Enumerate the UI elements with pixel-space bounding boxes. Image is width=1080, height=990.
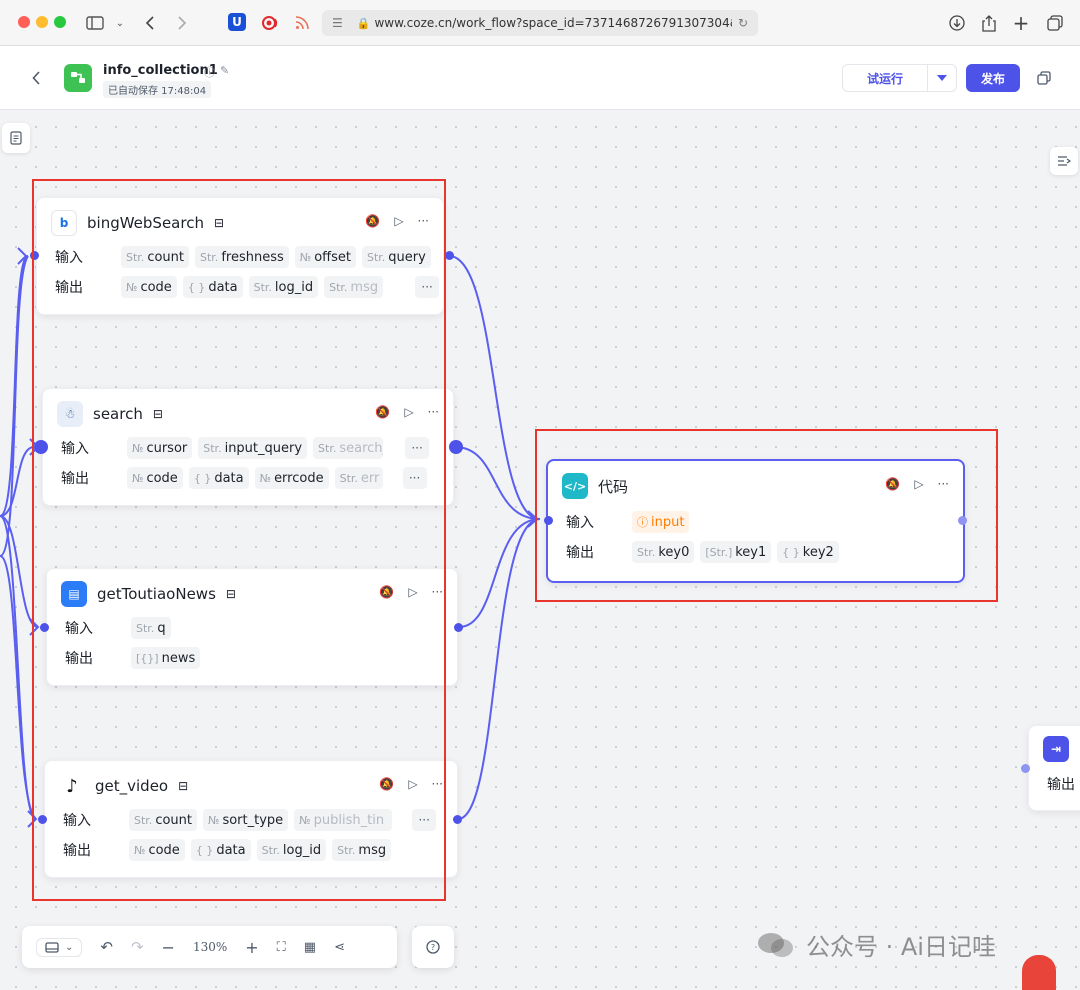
workflow-header: info_collection1 ⓘ ✎ 已自动保存 17:48:04 试运行 … — [0, 46, 1080, 110]
undo-icon[interactable]: ↶ — [100, 938, 113, 956]
zoom-level[interactable]: 130% — [193, 940, 227, 954]
address-bar[interactable]: ☰ 🔒 www.coze.cn/work_flow?space_id=73714… — [322, 10, 758, 36]
document-icon — [10, 131, 22, 145]
redo-icon[interactable]: ↷ — [131, 938, 144, 956]
close-window-button[interactable] — [18, 16, 30, 28]
minimize-window-button[interactable] — [36, 16, 48, 28]
output-port[interactable] — [454, 623, 463, 632]
output-label: 输出 — [1047, 777, 1075, 793]
output-port[interactable] — [453, 815, 462, 824]
record-extension-icon[interactable] — [260, 13, 280, 33]
wechat-icon — [758, 932, 793, 957]
rss-icon[interactable] — [292, 13, 312, 33]
zoom-in-icon[interactable]: + — [245, 938, 258, 957]
end-node-icon: ⇥ — [1043, 736, 1069, 762]
reload-icon[interactable]: ↻ — [738, 16, 748, 30]
panel-toggle-button[interactable] — [1050, 147, 1078, 175]
test-run-dropdown[interactable] — [927, 64, 957, 92]
minimap-toggle[interactable]: ⌄ — [36, 937, 83, 957]
mascot-icon — [1022, 955, 1056, 990]
help-icon: ? — [426, 940, 440, 954]
watermark: 公众号 · Ai日记哇 — [756, 927, 996, 962]
back-arrow-icon[interactable] — [26, 68, 46, 88]
workflow-icon — [64, 64, 92, 92]
page-settings-icon[interactable]: ☰ — [332, 16, 343, 30]
output-port[interactable] — [445, 251, 454, 260]
new-tab-icon[interactable]: + — [1010, 11, 1032, 35]
canvas-toolbar: ⌄ ↶ ↷ − 130% + ⛶ ▦ ⋖ — [22, 926, 397, 968]
url-text: www.coze.cn/work_flow?space_id=737146872… — [374, 16, 732, 30]
edit-icon[interactable]: ✎ — [220, 64, 229, 77]
svg-text:?: ? — [431, 943, 435, 952]
caret-down-icon — [937, 75, 947, 81]
autosave-status: 已自动保存 17:48:04 — [103, 81, 212, 98]
workflow-canvas[interactable]: b bingWebSearch ⊟ 🔕 ▷ ··· 输入 Str. count S… — [0, 111, 1080, 990]
info-icon[interactable]: ⓘ — [204, 64, 215, 80]
list-collapse-icon — [1058, 156, 1071, 166]
input-port[interactable] — [1021, 764, 1030, 773]
watermark-text: 公众号 · Ai日记哇 — [806, 933, 996, 961]
tab-overview-icon[interactable] — [1044, 12, 1066, 34]
download-icon[interactable] — [946, 12, 968, 34]
maximize-window-button[interactable] — [54, 16, 66, 28]
node-end[interactable]: ⇥ 输出 — [1028, 725, 1080, 811]
copy-icon[interactable] — [1034, 68, 1054, 88]
back-icon[interactable] — [140, 12, 160, 34]
notes-button[interactable] — [2, 123, 30, 153]
help-button[interactable]: ? — [412, 926, 454, 968]
minimap-icon — [45, 941, 59, 953]
chevron-down-icon: ⌄ — [65, 941, 74, 953]
fit-view-icon[interactable]: ⛶ — [277, 940, 286, 955]
highlight-box-code — [535, 429, 998, 602]
test-run-button[interactable]: 试运行 — [842, 64, 928, 92]
lock-icon: 🔒 — [356, 16, 371, 30]
connector-style-icon[interactable]: ⋖ — [334, 940, 345, 955]
forward-icon[interactable] — [172, 12, 192, 34]
highlight-box-plugins — [32, 179, 446, 901]
output-port[interactable] — [449, 440, 463, 454]
sidebar-toggle-icon[interactable] — [84, 12, 106, 34]
chevron-down-icon[interactable]: ⌄ — [112, 12, 128, 34]
share-icon[interactable] — [978, 12, 1000, 34]
bitwarden-extension-icon[interactable]: U — [228, 13, 246, 31]
workflow-title: info_collection1 — [103, 63, 218, 78]
browser-toolbar: ⌄ U ☰ 🔒 www.coze.cn/work_flow?space_id=7… — [0, 0, 1080, 46]
auto-layout-icon[interactable]: ▦ — [304, 940, 316, 955]
publish-button[interactable]: 发布 — [966, 64, 1020, 92]
zoom-out-icon[interactable]: − — [162, 938, 175, 957]
